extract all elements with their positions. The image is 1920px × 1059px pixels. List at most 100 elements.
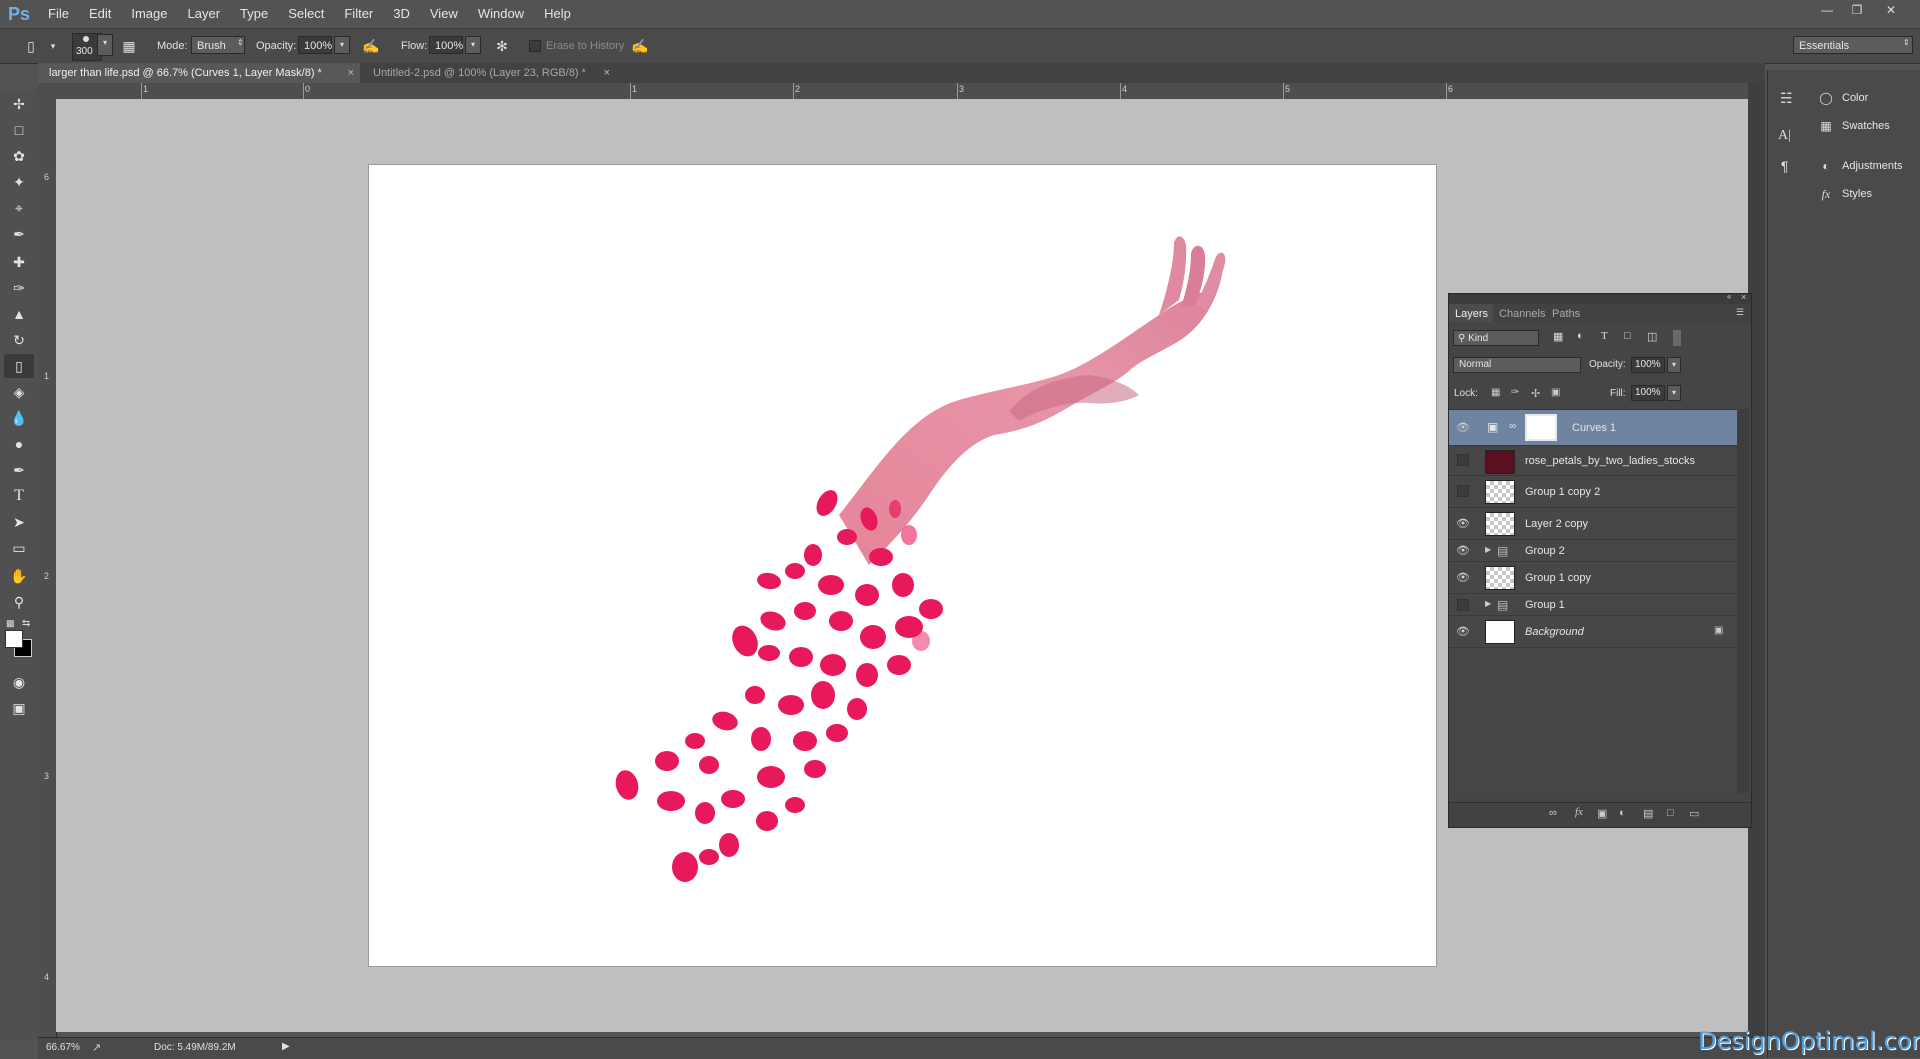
type-tool-icon[interactable]: T xyxy=(4,484,34,508)
pressure-size-icon[interactable]: ✍ xyxy=(631,37,649,55)
close-icon[interactable]: ✕ xyxy=(1877,0,1905,20)
link-icon[interactable]: ∞ xyxy=(1509,421,1516,432)
menu-layer[interactable]: Layer xyxy=(178,0,231,28)
history-icon[interactable]: ☵ xyxy=(1780,90,1793,107)
brush-tool-icon[interactable]: ✑ xyxy=(4,276,34,300)
eye-icon[interactable]: 👁 xyxy=(1456,625,1470,639)
visibility-toggle-off[interactable] xyxy=(1457,454,1469,466)
layer-row-rose-petals[interactable]: rose_petals_by_two_ladies_stocks xyxy=(1449,446,1737,476)
menu-help[interactable]: Help xyxy=(534,0,581,28)
clone-stamp-tool-icon[interactable]: ▲ xyxy=(4,302,34,326)
tab-untitled-2[interactable]: Untitled-2.psd @ 100% (Layer 23, RGB/8) … xyxy=(362,63,616,83)
pressure-opacity-icon[interactable]: ✍ xyxy=(362,37,380,55)
lasso-tool-icon[interactable]: ✿ xyxy=(4,144,34,168)
adjustments-panel-button[interactable]: ◐ Adjustments xyxy=(1818,155,1902,177)
panel-menu-icon[interactable]: ☰ xyxy=(1736,307,1744,318)
minimize-icon[interactable]: — xyxy=(1813,0,1841,20)
tab-layers[interactable]: Layers xyxy=(1455,308,1488,320)
magic-wand-tool-icon[interactable]: ✦ xyxy=(4,170,34,194)
expand-arrow-icon[interactable]: ▶ xyxy=(1485,545,1491,554)
trash-icon[interactable]: ▭ xyxy=(1689,807,1699,820)
eraser-tool-icon[interactable]: ▯ xyxy=(4,354,34,378)
lock-image-icon[interactable]: ✑ xyxy=(1511,387,1519,398)
filter-adjustment-icon[interactable]: ◐ xyxy=(1577,330,1584,342)
menu-image[interactable]: Image xyxy=(121,0,177,28)
layer-row-group-1-copy[interactable]: 👁 Group 1 copy xyxy=(1449,562,1737,594)
styles-panel-button[interactable]: fx Styles xyxy=(1818,183,1872,205)
paragraph-icon[interactable]: ¶ xyxy=(1781,158,1789,174)
shape-tool-icon[interactable]: ▭ xyxy=(4,536,34,560)
layer-row-group-1-copy-2[interactable]: Group 1 copy 2 xyxy=(1449,476,1737,508)
share-icon[interactable]: ↗ xyxy=(92,1041,101,1054)
close-icon[interactable]: × xyxy=(604,63,610,83)
layers-scrollbar[interactable] xyxy=(1737,409,1749,793)
menu-window[interactable]: Window xyxy=(468,0,534,28)
restore-icon[interactable]: ❐ xyxy=(1843,0,1871,20)
erase-to-history-checkbox[interactable] xyxy=(529,40,541,52)
eye-icon[interactable]: 👁 xyxy=(1456,517,1470,531)
eye-icon[interactable]: 👁 xyxy=(1456,544,1470,558)
filter-toggle[interactable] xyxy=(1673,330,1681,346)
character-icon[interactable]: A| xyxy=(1778,128,1791,144)
tab-paths[interactable]: Paths xyxy=(1552,308,1580,320)
opacity-dropdown[interactable]: ▾ xyxy=(334,36,350,54)
close-icon[interactable]: × xyxy=(348,63,354,83)
layer-row-group-2[interactable]: 👁 ▶ ▤ Group 2 xyxy=(1449,540,1737,562)
brush-panel-icon[interactable]: ▦ xyxy=(120,37,138,55)
foreground-color-swatch[interactable] xyxy=(5,630,23,648)
crop-tool-icon[interactable]: ⌖ xyxy=(4,196,34,220)
move-tool-icon[interactable]: ✢ xyxy=(4,92,34,116)
new-group-icon[interactable]: ▤ xyxy=(1643,807,1653,820)
eye-icon[interactable]: 👁 xyxy=(1456,571,1470,585)
fx-icon[interactable]: fx xyxy=(1575,806,1583,818)
add-mask-icon[interactable]: ▣ xyxy=(1597,807,1607,820)
color-panel-button[interactable]: ◯ Color xyxy=(1818,87,1868,109)
layer-row-layer-2-copy[interactable]: 👁 Layer 2 copy xyxy=(1449,508,1737,540)
menu-file[interactable]: File xyxy=(38,0,79,28)
default-colors-icon[interactable]: ▩ xyxy=(6,618,15,629)
new-adjustment-icon[interactable]: ◐ xyxy=(1619,807,1626,819)
swatches-panel-button[interactable]: ▦ Swatches xyxy=(1818,115,1889,137)
pen-tool-icon[interactable]: ✒ xyxy=(4,458,34,482)
paint-bucket-tool-icon[interactable]: ◈ xyxy=(4,380,34,404)
layer-row-group-1[interactable]: ▶ ▤ Group 1 xyxy=(1449,594,1737,616)
filter-shape-icon[interactable]: □ xyxy=(1624,330,1631,342)
close-icon[interactable]: × xyxy=(1741,292,1746,302)
opacity-input[interactable]: 100% xyxy=(298,36,332,54)
panel-grip[interactable] xyxy=(1449,294,1751,304)
layer-opacity-input[interactable]: 100% xyxy=(1631,357,1665,373)
menu-3d[interactable]: 3D xyxy=(383,0,420,28)
filter-smart-object-icon[interactable]: ◫ xyxy=(1647,330,1657,343)
menu-select[interactable]: Select xyxy=(278,0,334,28)
marquee-tool-icon[interactable]: □ xyxy=(4,118,34,142)
lock-position-icon[interactable]: ✢ xyxy=(1531,387,1540,400)
layer-row-curves-1[interactable]: 👁 ▣ ∞ Curves 1 xyxy=(1449,410,1737,446)
flow-dropdown[interactable]: ▾ xyxy=(465,36,481,54)
chevron-down-icon[interactable]: ▾ xyxy=(44,37,62,55)
hand-tool-icon[interactable]: ✋ xyxy=(4,564,34,588)
document-canvas[interactable] xyxy=(369,165,1436,966)
filter-pixel-icon[interactable]: ▦ xyxy=(1553,330,1563,343)
swap-colors-icon[interactable]: ⇆ xyxy=(22,618,30,629)
menu-view[interactable]: View xyxy=(420,0,468,28)
eye-icon[interactable]: 👁 xyxy=(1456,421,1470,435)
new-layer-icon[interactable]: □ xyxy=(1667,807,1674,819)
history-brush-tool-icon[interactable]: ↻ xyxy=(4,328,34,352)
blur-tool-icon[interactable]: 💧 xyxy=(4,406,34,430)
airbrush-icon[interactable]: ✻ xyxy=(493,37,511,55)
layer-row-background[interactable]: 👁 Background ▣ xyxy=(1449,616,1737,648)
zoom-level[interactable]: 66.67% xyxy=(46,1042,80,1053)
lock-all-icon[interactable]: ▣ xyxy=(1551,387,1560,398)
play-arrow-icon[interactable]: ▶ xyxy=(282,1041,290,1052)
menu-type[interactable]: Type xyxy=(230,0,278,28)
menu-edit[interactable]: Edit xyxy=(79,0,121,28)
visibility-toggle-off[interactable] xyxy=(1457,485,1469,497)
link-layers-icon[interactable]: ∞ xyxy=(1549,807,1557,819)
brush-preset-dropdown[interactable]: ▾ xyxy=(97,34,113,56)
tab-larger-than-life[interactable]: larger than life.psd @ 66.7% (Curves 1, … xyxy=(38,63,360,83)
opacity-dropdown[interactable]: ▾ xyxy=(1667,357,1681,373)
collapse-icon[interactable]: « xyxy=(1727,292,1731,301)
dodge-tool-icon[interactable]: ● xyxy=(4,432,34,456)
visibility-toggle-off[interactable] xyxy=(1457,599,1469,611)
expand-arrow-icon[interactable]: ▶ xyxy=(1485,599,1491,608)
